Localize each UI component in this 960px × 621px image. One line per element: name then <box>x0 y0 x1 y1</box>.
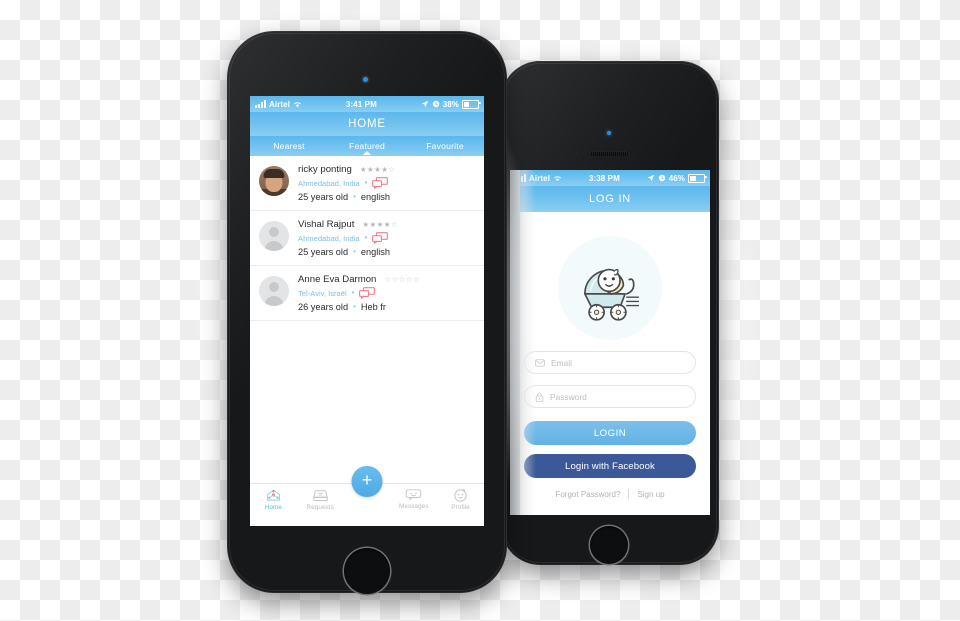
profile-age: 25 years old <box>298 247 349 257</box>
signal-bars-icon <box>255 100 266 108</box>
lock-icon <box>535 392 544 402</box>
tabbar-item-messages[interactable]: Messages <box>390 488 437 510</box>
baby-stroller-icon <box>584 268 640 321</box>
avatar <box>259 276 289 306</box>
alarm-clock-icon <box>658 174 665 182</box>
clock-label: 3:41 PM <box>345 99 377 109</box>
signal-bars-icon <box>515 174 526 182</box>
login-footer-links: Forgot Password? Sign up <box>555 489 665 499</box>
tab-nearest[interactable]: Nearest <box>250 141 328 151</box>
inbox-tray-icon <box>312 490 328 501</box>
rating-stars: ★★★★☆ <box>362 220 398 229</box>
list-item[interactable]: Anne Eva Darmon ☆☆☆☆☆ Tel-Aviv, Israël • <box>250 266 484 321</box>
separator-dot: • <box>364 178 368 187</box>
front-nav-title: HOME <box>250 112 484 136</box>
battery-icon <box>688 173 707 183</box>
avatar <box>259 221 289 251</box>
clock-label: 3:38 PM <box>588 173 620 183</box>
email-field[interactable]: Email <box>524 351 696 374</box>
password-field[interactable]: Password <box>524 385 696 408</box>
profile-name: Anne Eva Darmon <box>298 274 377 285</box>
envelope-icon <box>535 358 545 367</box>
earpiece-speaker <box>590 151 628 156</box>
proximity-sensor-icon <box>575 152 578 155</box>
tabbar-item-profile[interactable]: Profile <box>437 488 484 511</box>
front-camera-icon <box>607 131 611 135</box>
rating-stars: ☆☆☆☆☆ <box>384 275 421 284</box>
profile-name: Vishal Rajput <box>298 219 355 230</box>
profile-language: Heb fr <box>360 302 386 312</box>
avatar <box>259 166 289 196</box>
tabbar-label-home: Home <box>264 504 282 511</box>
chat-bubble-icon <box>406 489 422 501</box>
home-button[interactable] <box>344 548 390 594</box>
front-phone-screen: Airtel 3:41 PM 38% HOME Nearest Featured… <box>250 96 484 526</box>
battery-percent-label: 46% <box>668 173 685 183</box>
front-status-bar: Airtel 3:41 PM 38% <box>250 96 484 112</box>
list-item[interactable]: ricky ponting ★★★★☆ Ahmedabad, India • 2… <box>250 156 484 211</box>
wifi-icon <box>554 175 562 181</box>
back-phone-screen: Airtel 3:38 PM 46% LOG IN Email Password… <box>510 170 710 515</box>
separator-dot: • <box>351 288 355 297</box>
footer-divider <box>628 489 630 499</box>
back-phone-device: Airtel 3:38 PM 46% LOG IN Email Password… <box>502 62 718 564</box>
location-arrow-icon <box>647 174 654 182</box>
email-placeholder: Email <box>551 357 572 368</box>
tabbar-item-requests[interactable]: Requests <box>297 488 344 511</box>
back-nav-title: LOG IN <box>510 186 710 212</box>
tabbar-item-home[interactable]: Home <box>250 488 297 511</box>
profile-location: Ahmedabad, India <box>298 233 360 243</box>
segment-tabs: Nearest Featured Favourite <box>250 136 484 156</box>
login-button[interactable]: LOGIN <box>524 421 696 445</box>
battery-icon <box>462 99 481 109</box>
front-phone-device: Airtel 3:41 PM 38% HOME Nearest Featured… <box>228 32 506 594</box>
chat-bubble-icon[interactable] <box>372 177 389 189</box>
tab-featured[interactable]: Featured <box>328 141 406 151</box>
front-camera-icon <box>363 77 368 82</box>
rating-stars: ★★★★☆ <box>359 165 396 174</box>
profile-location: Tel-Aviv, Israël <box>298 288 347 298</box>
facebook-login-button[interactable]: Login with Facebook <box>524 454 696 478</box>
carrier-label: Airtel <box>269 99 291 109</box>
separator-dot: • <box>353 192 356 201</box>
wifi-icon <box>294 101 302 107</box>
profile-language: english <box>360 192 390 202</box>
forgot-password-link[interactable]: Forgot Password? <box>555 490 620 499</box>
carrier-label: Airtel <box>529 173 551 183</box>
profile-language: english <box>360 247 390 257</box>
separator-dot: • <box>353 247 356 256</box>
tabbar-label-messages: Messages <box>399 503 429 510</box>
separator-dot: • <box>364 233 368 242</box>
chat-bubble-icon[interactable] <box>359 287 376 299</box>
login-screen: Email Password LOGIN Login with Facebook… <box>510 212 710 515</box>
bottom-tab-bar: Home Requests Messages Profile + <box>250 466 484 526</box>
profile-location: Ahmedabad, India <box>298 178 360 188</box>
home-button[interactable] <box>590 526 628 564</box>
profile-age: 26 years old <box>298 302 349 312</box>
profile-age: 25 years old <box>298 192 349 202</box>
baby-face-icon <box>454 489 467 502</box>
profile-name: ricky ponting <box>298 164 352 175</box>
list-item[interactable]: Vishal Rajput ★★★★☆ Ahmedabad, India • 2… <box>250 211 484 266</box>
password-placeholder: Password <box>550 391 587 402</box>
tabbar-label-requests: Requests <box>306 504 334 511</box>
alarm-clock-icon <box>432 100 439 108</box>
profile-list: ricky ponting ★★★★☆ Ahmedabad, India • 2… <box>250 156 484 321</box>
chat-bubble-icon[interactable] <box>372 232 389 244</box>
tabbar-label-profile: Profile <box>451 504 470 511</box>
add-button[interactable]: + <box>351 466 383 497</box>
tab-favourite[interactable]: Favourite <box>406 141 484 151</box>
location-arrow-icon <box>421 100 428 108</box>
sign-up-link[interactable]: Sign up <box>637 490 664 499</box>
app-logo <box>558 236 662 340</box>
separator-dot: • <box>353 302 356 311</box>
back-status-bar: Airtel 3:38 PM 46% <box>510 170 710 186</box>
battery-percent-label: 38% <box>442 99 459 109</box>
home-network-icon <box>266 489 280 501</box>
